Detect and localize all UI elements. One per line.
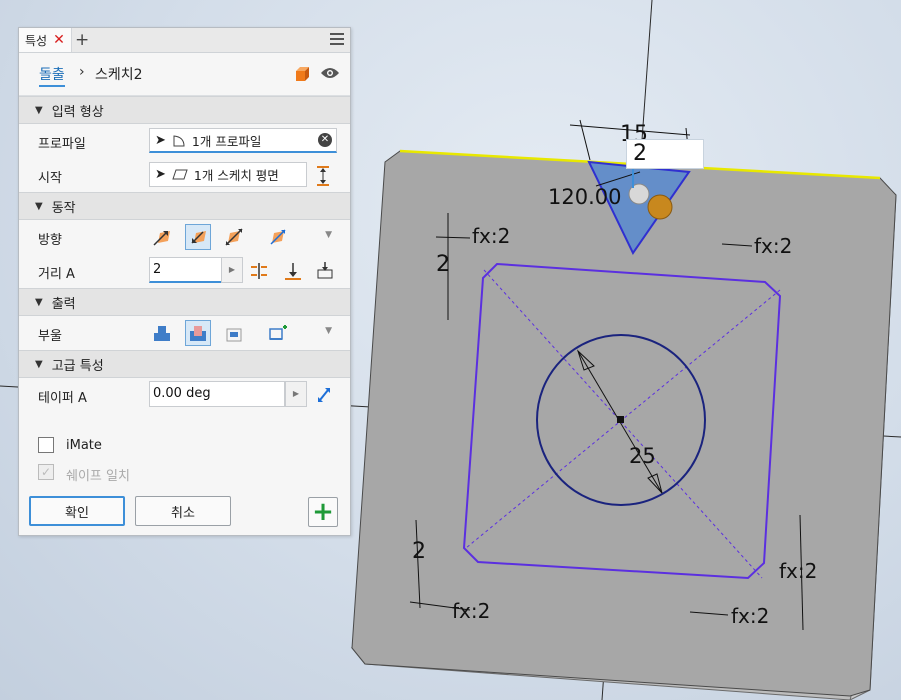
breadcrumb-sketch[interactable]: 스케치2: [95, 64, 143, 84]
new-solid-icon: [269, 325, 287, 340]
direction-default-icon: [153, 231, 170, 246]
chevron-down-icon[interactable]: ▼: [325, 230, 332, 240]
direction-flipped-button[interactable]: [185, 224, 211, 250]
select-cursor-icon: ➤: [155, 167, 166, 182]
direction-flipped-icon: [191, 231, 206, 244]
boolean-join-button[interactable]: [149, 320, 175, 346]
join-icon: [154, 326, 170, 341]
cut-icon: [190, 326, 206, 341]
distance-between-icon[interactable]: [315, 260, 335, 280]
taper-flip-icon[interactable]: [316, 386, 332, 404]
boolean-row: 부울 ▼: [19, 316, 350, 350]
extrude-cube-icon[interactable]: [293, 65, 311, 83]
properties-panel: 특성 ✕ + 돌출 › 스케치2 ▼ 입력 형상 프로파일 ➤ 1개 프로파일 ✕…: [18, 27, 351, 536]
profile-selector[interactable]: ➤ 1개 프로파일 ✕: [149, 128, 337, 153]
distance-label: 거리 A: [38, 267, 75, 282]
profile-row: 프로파일 ➤ 1개 프로파일 ✕: [19, 124, 350, 158]
imate-checkbox[interactable]: [38, 437, 54, 453]
angle-dim-label[interactable]: 120.00: [548, 187, 621, 208]
start-row: 시작 ➤ 1개 스케치 평면: [19, 158, 350, 192]
section-behavior-label: 동작: [51, 200, 76, 216]
start-label: 시작: [38, 171, 62, 186]
section-output-label: 출력: [51, 296, 76, 312]
dim-fx-bottom-left[interactable]: fx:2: [452, 601, 490, 621]
add-tab-icon[interactable]: +: [75, 30, 89, 50]
panel-tabbar: 특성 ✕ +: [19, 28, 350, 53]
section-output[interactable]: ▼ 출력: [19, 288, 350, 316]
direction-label: 방향: [38, 233, 62, 248]
manipulator-orange-sphere[interactable]: [647, 194, 673, 220]
breadcrumb-separator: ›: [79, 64, 85, 80]
dim-fx-top-right[interactable]: fx:2: [754, 236, 792, 256]
hamburger-menu-icon[interactable]: [330, 33, 344, 45]
offset-icon[interactable]: [316, 166, 330, 186]
intersect-icon: [226, 328, 242, 342]
imate-label: iMate: [66, 438, 102, 453]
start-selector[interactable]: ➤ 1개 스케치 평면: [149, 162, 307, 187]
dim-circle-diameter[interactable]: 25: [629, 446, 656, 467]
direction-asymmetric-icon: [270, 229, 286, 245]
center-point[interactable]: [617, 416, 624, 423]
taper-label: 테이퍼 A: [38, 391, 87, 406]
dim-fx-bottom-right[interactable]: fx:2: [731, 606, 769, 626]
direction-default-button[interactable]: [149, 224, 175, 250]
ok-button[interactable]: 확인: [29, 496, 125, 526]
dim-fx-right[interactable]: fx:2: [779, 561, 817, 581]
section-advanced[interactable]: ▼ 고급 특성: [19, 350, 350, 378]
direction-asymmetric-button[interactable]: [265, 224, 291, 250]
apply-plus-button[interactable]: +: [308, 497, 338, 527]
distance-through-icon[interactable]: [249, 261, 269, 281]
match-shape-label: 쉐이프 일치: [66, 469, 130, 484]
section-input-geometry[interactable]: ▼ 입력 형상: [19, 96, 350, 124]
close-icon[interactable]: ✕: [53, 32, 65, 48]
breadcrumb-extrude[interactable]: 돌출: [39, 64, 65, 87]
boolean-label: 부울: [38, 329, 62, 344]
distance-to-icon[interactable]: [283, 261, 303, 281]
dim-left-top[interactable]: 2: [436, 254, 450, 276]
match-shape-checkbox: ✓: [38, 464, 54, 480]
clear-icon[interactable]: ✕: [318, 133, 332, 147]
eye-icon[interactable]: [320, 66, 340, 80]
direction-row: 방향 ▼: [19, 220, 350, 254]
start-value: 1개 스케치 평면: [193, 168, 279, 183]
tab-label: 특성: [25, 33, 48, 48]
section-behavior[interactable]: ▼ 동작: [19, 192, 350, 220]
profile-label: 프로파일: [38, 137, 86, 152]
taper-flyout-arrow[interactable]: ▶: [285, 381, 307, 407]
boolean-intersect-button[interactable]: [221, 320, 247, 346]
chevron-down-icon[interactable]: ▼: [325, 326, 332, 336]
breadcrumb: 돌출 › 스케치2: [19, 53, 350, 96]
direction-symmetric-icon: [225, 228, 243, 246]
sketch-plane-icon: [172, 169, 188, 180]
tab-properties[interactable]: 특성 ✕: [19, 28, 72, 52]
section-advanced-label: 고급 특성: [51, 358, 104, 374]
direction-symmetric-button[interactable]: [221, 224, 247, 250]
boolean-cut-button[interactable]: [185, 320, 211, 346]
dim-fx-top-left[interactable]: fx:2: [472, 226, 510, 246]
dim-left-bottom[interactable]: 2: [412, 541, 426, 563]
select-cursor-icon: ➤: [155, 132, 166, 148]
dimension-edit-box[interactable]: 2: [626, 139, 704, 169]
distance-flyout-arrow[interactable]: ▶: [221, 257, 243, 283]
cancel-button[interactable]: 취소: [135, 496, 231, 526]
taper-input[interactable]: 0.00 deg: [149, 381, 285, 407]
distance-row: 거리 A 2 ▶: [19, 254, 350, 288]
taper-row: 테이퍼 A 0.00 deg ▶: [19, 378, 350, 412]
profile-shape-icon: [173, 134, 185, 146]
profile-value: 1개 프로파일: [191, 133, 262, 149]
boolean-new-solid-button[interactable]: [265, 320, 291, 346]
section-input-label: 입력 형상: [51, 104, 104, 120]
